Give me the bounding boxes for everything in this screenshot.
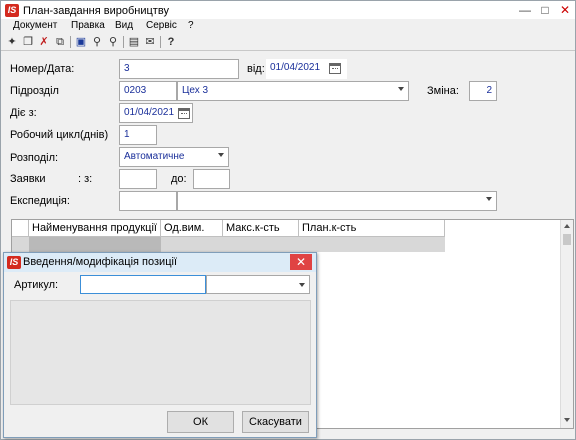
work-cycle-field[interactable]: 1 <box>119 125 157 145</box>
vertical-scrollbar[interactable] <box>560 220 573 428</box>
valid-from-field[interactable]: 01/04/2021 <box>119 103 193 123</box>
delete-icon[interactable]: ✗ <box>37 35 51 49</box>
scroll-down-icon[interactable] <box>564 418 570 422</box>
save-icon[interactable]: ▣ <box>74 35 88 49</box>
subdivision-code-field[interactable]: 0203 <box>119 81 177 101</box>
date-field[interactable]: 01/04/2021 <box>266 59 347 79</box>
selected-cell[interactable] <box>29 237 161 252</box>
work-cycle-label: Робочий цикл(днів) <box>10 129 109 141</box>
article-combo[interactable] <box>206 275 310 294</box>
menu-bar: Документ Правка Вид Сервіс ? <box>1 19 575 34</box>
distribution-combo[interactable]: Автоматичне <box>119 147 229 167</box>
chevron-down-icon[interactable] <box>398 87 404 91</box>
valid-from-value: 01/04/2021 <box>124 107 175 118</box>
column-header-plan-qty[interactable]: План.к-сть <box>299 220 445 237</box>
number-date-label: Номер/Дата: <box>10 63 75 75</box>
menu-edit[interactable]: Правка <box>71 20 105 31</box>
subdivision-name-value: Цех 3 <box>182 85 209 96</box>
subdivision-name-combo[interactable]: Цех 3 <box>177 81 409 101</box>
shift-label: Зміна: <box>427 85 459 97</box>
find-icon[interactable]: ⚲ <box>90 35 104 49</box>
app-logo-icon: IS <box>5 4 19 17</box>
shift-field[interactable]: 2 <box>469 81 497 101</box>
orders-label: Заявки <box>10 173 46 185</box>
valid-from-label: Діє з: <box>10 107 37 119</box>
dialog-title: Введення/модифікація позиції <box>23 256 177 268</box>
close-button[interactable]: ✕ <box>558 4 572 17</box>
menu-help[interactable]: ? <box>188 20 194 31</box>
maximize-button[interactable]: □ <box>538 4 552 17</box>
column-header-product-name[interactable]: Найменування продукції <box>29 220 161 237</box>
orders-from-field[interactable] <box>119 169 157 189</box>
duplicate-icon[interactable]: ⧉ <box>53 35 67 49</box>
from-date-label: від: <box>247 63 265 75</box>
expedition-name-combo[interactable] <box>177 191 497 211</box>
calendar-icon[interactable] <box>178 108 190 119</box>
dialog-close-button[interactable]: ✕ <box>290 254 312 270</box>
toolbar-separator <box>70 36 71 48</box>
scrollbar-thumb[interactable] <box>563 234 571 245</box>
mail-icon[interactable]: ✉ <box>143 35 157 49</box>
date-value: 01/04/2021 <box>270 62 321 73</box>
window-title: План-завдання виробництву <box>23 5 169 17</box>
find-next-icon[interactable]: ⚲ <box>106 35 120 49</box>
number-field[interactable]: 3 <box>119 59 239 79</box>
chevron-down-icon[interactable] <box>218 153 224 157</box>
article-label: Артикул: <box>14 279 59 291</box>
chevron-down-icon[interactable] <box>486 197 492 201</box>
expedition-code-field[interactable] <box>119 191 177 211</box>
article-input[interactable] <box>80 275 206 294</box>
chevron-down-icon[interactable] <box>299 283 305 287</box>
title-bar: IS План-завдання виробництву — □ ✕ <box>1 1 575 21</box>
column-header-max-qty[interactable]: Макс.к-сть <box>223 220 299 237</box>
new-doc-icon[interactable]: ✦ <box>5 35 19 49</box>
toolbar-separator <box>160 36 161 48</box>
app-logo-icon: IS <box>7 256 21 269</box>
cancel-button[interactable]: Скасувати <box>242 411 309 433</box>
distribution-label: Розподіл: <box>10 152 59 164</box>
help-icon[interactable]: ? <box>164 35 178 49</box>
minimize-button[interactable]: — <box>518 4 532 17</box>
menu-document[interactable]: Документ <box>13 20 57 31</box>
copy-doc-icon[interactable]: ❐ <box>21 35 35 49</box>
orders-from-label: : з: <box>78 173 93 185</box>
orders-to-field[interactable] <box>193 169 230 189</box>
calendar-icon[interactable] <box>329 63 341 74</box>
dialog-content-panel <box>10 300 311 405</box>
toolbar-separator <box>123 36 124 48</box>
menu-service[interactable]: Сервіс <box>146 20 177 31</box>
dialog-title-bar: IS Введення/модифікація позиції ✕ <box>4 253 316 272</box>
print-preview-icon[interactable]: ▤ <box>127 35 141 49</box>
expedition-label: Експедиція: <box>10 195 70 207</box>
orders-to-label: до: <box>171 173 187 185</box>
menu-view[interactable]: Вид <box>115 20 133 31</box>
position-edit-dialog: IS Введення/модифікація позиції ✕ Артику… <box>3 252 317 438</box>
row-indicator-header <box>12 220 29 237</box>
toolbar: ✦ ❐ ✗ ⧉ ▣ ⚲ ⚲ ▤ ✉ ? <box>1 34 575 51</box>
column-header-unit[interactable]: Од.вим. <box>161 220 223 237</box>
subdivision-label: Підрозділ <box>10 85 59 97</box>
distribution-value: Автоматичне <box>124 151 185 162</box>
scroll-up-icon[interactable] <box>564 224 570 228</box>
ok-button[interactable]: ОК <box>167 411 234 433</box>
